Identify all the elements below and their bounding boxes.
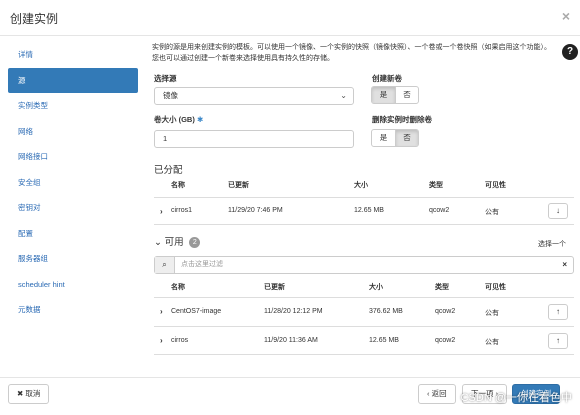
- allocated-col-updated[interactable]: 已更新: [228, 180, 249, 190]
- create-volume-no[interactable]: 否: [395, 87, 418, 103]
- source-description: 实例的源是用来创建实例的模板。可以使用一个镜像、一个实例的快照（镜像快照）、一个…: [152, 44, 551, 62]
- table-row: › CentOS7-image 11/28/20 12:12 PM 376.62…: [154, 297, 574, 326]
- available-count-badge: 2: [189, 236, 201, 248]
- row-size: 12.65 MB: [369, 337, 399, 344]
- allocated-col-size[interactable]: 大小: [354, 180, 368, 190]
- row-type: qcow2: [435, 308, 456, 315]
- allocated-title: 已分配: [154, 165, 183, 176]
- sidebar-item-details[interactable]: 详情: [8, 42, 138, 68]
- filter-input[interactable]: 点击这里过滤: [181, 257, 223, 273]
- chevron-right-icon[interactable]: ›: [160, 307, 163, 316]
- sidebar-item-scheduler-hint[interactable]: scheduler hint: [8, 272, 138, 298]
- delete-volume-toggle: 是 否: [371, 129, 419, 147]
- allocate-button[interactable]: ↑: [548, 333, 568, 349]
- watermark: CSDN @一你在看色中: [460, 392, 572, 404]
- sidebar-item-source[interactable]: 源: [8, 67, 138, 93]
- available-col-visibility[interactable]: 可见性: [485, 282, 506, 292]
- sidebar-item-server-groups[interactable]: 服务器组: [8, 246, 138, 272]
- sidebar-item-network-ports[interactable]: 网络接口: [8, 144, 138, 170]
- create-volume-label: 创建新卷: [372, 74, 402, 83]
- available-col-name[interactable]: 名称: [171, 282, 185, 292]
- row-visibility: 公有: [485, 310, 499, 317]
- deallocate-button[interactable]: ↓: [548, 203, 568, 219]
- row-updated: 11/29/20 7:46 PM: [228, 207, 283, 214]
- allocated-col-visibility[interactable]: 可见性: [485, 180, 506, 190]
- row-name: cirros1: [171, 207, 193, 214]
- cancel-button[interactable]: ✖ 取消: [8, 384, 50, 404]
- sidebar-item-security-groups[interactable]: 安全组: [8, 170, 138, 196]
- chevron-right-icon[interactable]: ›: [160, 207, 163, 216]
- available-col-updated[interactable]: 已更新: [264, 282, 285, 292]
- chevron-down-icon: ⌄: [340, 91, 347, 100]
- available-title: ⌄ 可用 2: [154, 234, 201, 248]
- row-visibility: 公有: [485, 209, 499, 216]
- dialog-header: 创建实例 ×: [0, 0, 580, 36]
- select-source-label: 选择源: [154, 74, 177, 83]
- sidebar-item-flavor[interactable]: 实例类型: [8, 93, 138, 119]
- wizard-sidebar: 详情 源 实例类型 网络 网络接口 安全组 密钥对 配置 服务器组 schedu…: [8, 42, 138, 323]
- table-row: › cirros1 11/29/20 7:46 PM 12.65 MB qcow…: [154, 197, 574, 225]
- row-type: qcow2: [435, 337, 456, 344]
- sidebar-item-metadata[interactable]: 元数据: [8, 297, 138, 323]
- allocated-col-name[interactable]: 名称: [171, 180, 185, 190]
- row-updated: 11/9/20 11:36 AM: [264, 337, 318, 344]
- row-size: 376.62 MB: [369, 308, 403, 315]
- volume-size-input[interactable]: 1: [154, 130, 354, 148]
- allocated-col-type[interactable]: 类型: [429, 180, 443, 190]
- table-row: › cirros 11/9/20 11:36 AM 12.65 MB qcow2…: [154, 326, 574, 355]
- create-volume-yes[interactable]: 是: [372, 87, 395, 103]
- select-source-value: 镜像: [163, 91, 178, 100]
- row-updated: 11/28/20 12:12 PM: [264, 308, 323, 315]
- row-name: CentOS7-image: [171, 308, 222, 315]
- required-icon: ✱: [196, 115, 204, 124]
- filter-bar[interactable]: ⌕ 点击这里过滤 ×: [154, 256, 574, 274]
- back-button[interactable]: ‹ 返回: [418, 384, 456, 404]
- available-col-size[interactable]: 大小: [369, 282, 383, 292]
- row-type: qcow2: [429, 207, 450, 214]
- available-col-type[interactable]: 类型: [435, 282, 449, 292]
- sidebar-item-networks[interactable]: 网络: [8, 119, 138, 145]
- help-icon[interactable]: ?: [562, 44, 578, 60]
- row-visibility: 公有: [485, 339, 499, 346]
- create-volume-toggle: 是 否: [371, 86, 419, 104]
- search-icon: ⌕: [155, 257, 175, 273]
- clear-filter-icon[interactable]: ×: [562, 257, 567, 273]
- sidebar-item-key-pair[interactable]: 密钥对: [8, 195, 138, 221]
- close-icon[interactable]: ×: [562, 8, 570, 24]
- select-source-dropdown[interactable]: 镜像 ⌄: [154, 87, 354, 105]
- collapse-icon[interactable]: ⌄: [154, 237, 162, 248]
- chevron-right-icon[interactable]: ›: [160, 336, 163, 345]
- delete-volume-no[interactable]: 否: [395, 130, 418, 146]
- select-one-hint: 选择一个: [538, 241, 566, 248]
- allocate-button[interactable]: ↑: [548, 304, 568, 320]
- volume-size-label: 卷大小 (GB) ✱: [154, 115, 204, 124]
- row-name: cirros: [171, 337, 189, 344]
- sidebar-item-configuration[interactable]: 配置: [8, 221, 138, 247]
- dialog-title: 创建实例: [10, 12, 59, 26]
- row-size: 12.65 MB: [354, 207, 384, 214]
- delete-volume-yes[interactable]: 是: [372, 130, 395, 146]
- delete-volume-label: 删除实例时删除卷: [372, 115, 432, 124]
